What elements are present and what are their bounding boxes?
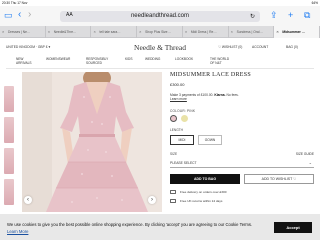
size-guide-link[interactable]: SIZE GUIDE bbox=[296, 152, 314, 156]
colour-swatch-yellow[interactable] bbox=[181, 115, 188, 122]
length-gown-button[interactable]: GOWN bbox=[198, 135, 222, 145]
browser-tab-active[interactable]: × Midsummer … bbox=[274, 26, 320, 38]
browser-tab[interactable]: × Dresses | Ne… bbox=[0, 26, 46, 38]
nav-responsibly-sourced[interactable]: RESPONSIBLY SOURCED bbox=[86, 57, 108, 65]
nav-new-arrivals[interactable]: NEW ARRIVALS bbox=[16, 57, 32, 65]
nav-world-of-nt[interactable]: THE WORLD OF N&T bbox=[210, 57, 229, 65]
forward-icon[interactable]: › bbox=[28, 9, 31, 21]
back-icon[interactable]: ‹ bbox=[18, 9, 21, 21]
delivery-info-row: Free delivery on orders over £300 bbox=[170, 190, 316, 196]
add-to-wishlist-button[interactable]: ADD TO WISHLIST ♡ bbox=[244, 174, 314, 184]
browser-tab[interactable]: × Sundress | Oral… bbox=[229, 26, 275, 38]
dress-illustration bbox=[22, 72, 162, 212]
next-image-icon[interactable]: › bbox=[148, 196, 156, 204]
product-thumbnail[interactable] bbox=[4, 117, 14, 143]
product-thumbnail[interactable] bbox=[4, 86, 14, 112]
main-nav: NEW ARRIVALS WOMENSWEAR RESPONSIBLY SOUR… bbox=[0, 55, 320, 67]
close-tab-icon[interactable]: × bbox=[185, 29, 187, 34]
nav-lookbook[interactable]: LOOKBOOK bbox=[175, 57, 193, 62]
sidebar-icon[interactable]: ▭ bbox=[4, 9, 13, 21]
brand-logo[interactable]: Needle & Thread bbox=[120, 43, 200, 52]
close-tab-icon[interactable]: × bbox=[276, 29, 278, 34]
browser-toolbar: ▭ ‹ › needleandthread.com ↻ AA ⇪ + ⧉ bbox=[0, 6, 320, 26]
cookie-banner: We use cookies to give you the best poss… bbox=[0, 214, 320, 240]
delivery-truck-icon bbox=[170, 190, 176, 194]
nav-wedding[interactable]: WEDDING bbox=[145, 57, 160, 62]
account-link[interactable]: ACCOUNT bbox=[252, 45, 268, 49]
new-tab-icon[interactable]: + bbox=[288, 9, 293, 21]
returns-info-row: Free UK returns within 14 days bbox=[170, 199, 316, 205]
nav-womenswear[interactable]: WOMENSWEAR bbox=[46, 57, 70, 62]
colour-label: COLOUR: PINK bbox=[170, 109, 196, 113]
browser-tab[interactable]: × Needle&Thre… bbox=[46, 26, 92, 38]
close-tab-icon[interactable]: × bbox=[231, 29, 233, 34]
cookie-learn-more-link[interactable]: Learn More bbox=[7, 229, 28, 234]
klarna-message: Make 3 payments of £100.00. Klarna. No f… bbox=[170, 93, 239, 102]
product-image[interactable] bbox=[22, 72, 162, 212]
klarna-learn-more-link[interactable]: Learn more bbox=[170, 97, 187, 101]
product-thumbnail[interactable] bbox=[4, 148, 14, 174]
status-time: 20:30 Thu 17 Nov bbox=[2, 1, 28, 5]
product-thumbnail[interactable] bbox=[4, 179, 14, 205]
thumbnail-strip bbox=[4, 86, 14, 208]
bag-link[interactable]: BAG (0) bbox=[286, 45, 298, 49]
tabs-overview-icon[interactable]: ⧉ bbox=[304, 9, 310, 21]
reload-icon[interactable]: ↻ bbox=[250, 13, 255, 20]
chevron-down-icon: ⌄ bbox=[308, 160, 312, 165]
nav-kids[interactable]: KIDS bbox=[125, 57, 132, 62]
close-tab-icon[interactable]: × bbox=[2, 29, 4, 34]
klarna-logo: Klarna. bbox=[214, 93, 226, 97]
close-tab-icon[interactable]: × bbox=[93, 29, 95, 34]
wishlist-link[interactable]: ♡ WISHLIST (0) bbox=[218, 45, 242, 49]
text-size-button[interactable]: AA bbox=[66, 12, 73, 18]
browser-tab[interactable]: × Shop Plus Size… bbox=[137, 26, 183, 38]
size-label: SIZE bbox=[170, 152, 178, 156]
size-select[interactable]: PLEASE SELECT ⌄ bbox=[170, 158, 314, 168]
address-bar[interactable]: needleandthread.com ↻ bbox=[60, 11, 260, 22]
colour-swatch-pink[interactable] bbox=[170, 115, 177, 122]
length-label: LENGTH bbox=[170, 128, 183, 132]
share-icon[interactable]: ⇪ bbox=[270, 9, 278, 21]
size-select-value: PLEASE SELECT bbox=[170, 161, 197, 165]
product-price: £300.00 bbox=[170, 82, 185, 87]
accept-cookies-button[interactable]: Accept bbox=[274, 222, 312, 233]
free-returns-text: Free UK returns within 14 days bbox=[180, 199, 223, 203]
url-text: needleandthread.com bbox=[130, 13, 190, 19]
length-midi-button[interactable]: MIDI bbox=[170, 135, 194, 145]
free-delivery-text: Free delivery on orders over £300 bbox=[180, 190, 227, 194]
nav-divider bbox=[6, 68, 314, 69]
close-tab-icon[interactable]: × bbox=[139, 29, 141, 34]
browser-tab[interactable]: × Midi Dress | Re… bbox=[183, 26, 229, 38]
site-header: UNITED KINGDOM · GBP £ ▾ Needle & Thread… bbox=[0, 39, 320, 55]
cookie-message: We use cookies to give you the best poss… bbox=[7, 222, 253, 234]
browser-tab[interactable]: × tell tale sara… bbox=[91, 26, 138, 38]
close-tab-icon[interactable]: × bbox=[48, 29, 50, 34]
tab-strip: × Dresses | Ne… × Needle&Thre… × tell tale … bbox=[0, 26, 320, 38]
battery-indicator: 64% bbox=[311, 1, 318, 5]
product-title: MIDSUMMER LACE DRESS bbox=[170, 72, 252, 78]
country-selector[interactable]: UNITED KINGDOM · GBP £ ▾ bbox=[6, 45, 50, 49]
add-to-bag-button[interactable]: ADD TO BAG bbox=[170, 174, 240, 184]
prev-image-icon[interactable]: ‹ bbox=[24, 196, 32, 204]
returns-box-icon bbox=[170, 199, 176, 203]
